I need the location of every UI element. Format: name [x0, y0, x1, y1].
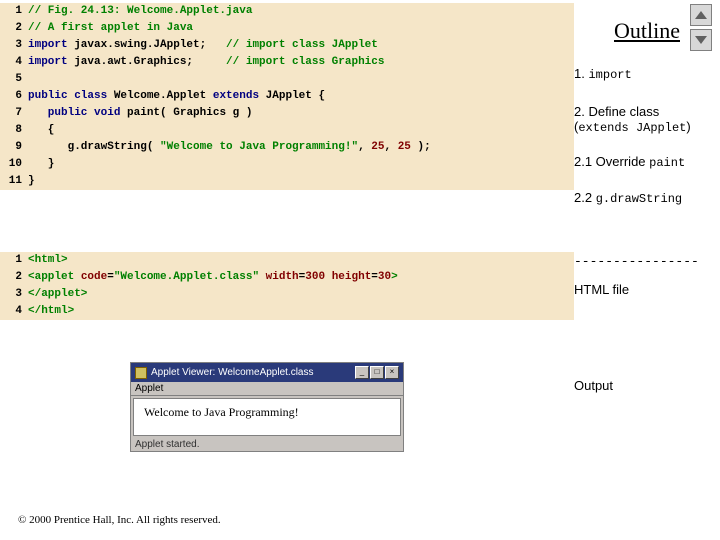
- code-line: 8 {: [0, 122, 574, 139]
- code-line: 1<html>: [0, 252, 574, 269]
- minimize-button[interactable]: _: [355, 366, 369, 379]
- line-number: 7: [0, 105, 22, 122]
- code-block-html: 1<html> 2<applet code="Welcome.Applet.cl…: [0, 252, 574, 320]
- code-line: 4</html>: [0, 303, 574, 320]
- applet-viewer-window: Applet Viewer: WelcomeApplet.class _ □ ×…: [130, 362, 404, 452]
- menu-applet[interactable]: Applet: [135, 383, 163, 394]
- nav-buttons: [690, 4, 712, 54]
- code-line: 3</applet>: [0, 286, 574, 303]
- note-html-file: HTML file: [574, 282, 714, 297]
- separator-dashes: ----------------: [574, 254, 714, 269]
- line-number: 2: [0, 20, 22, 37]
- code-line: 1 // Fig. 24.13: Welcome.Applet.java: [0, 3, 574, 20]
- menubar: Applet: [131, 382, 403, 396]
- code-line: 2 // A first applet in Java: [0, 20, 574, 37]
- slide: 1 // Fig. 24.13: Welcome.Applet.java 2 // …: [0, 0, 720, 540]
- code-block-java: 1 // Fig. 24.13: Welcome.Applet.java 2 // …: [0, 3, 574, 190]
- code-line: 10 }: [0, 156, 574, 173]
- code-line: 2<applet code="Welcome.Applet.class" wid…: [0, 269, 574, 286]
- triangle-down-icon: [695, 36, 707, 44]
- line-number: 10: [0, 156, 22, 173]
- line-number: 4: [0, 303, 22, 320]
- code-line: 3import javax.swing.JApplet; // import c…: [0, 37, 574, 54]
- window-icon: [135, 367, 147, 379]
- line-number: 4: [0, 54, 22, 71]
- code-line: 9 g.drawString( "Welcome to Java Program…: [0, 139, 574, 156]
- line-number: 8: [0, 122, 22, 139]
- line-number: 9: [0, 139, 22, 156]
- applet-status: Applet started.: [131, 438, 403, 451]
- note-define-class: 2. Define class(extends JApplet): [574, 104, 714, 135]
- triangle-up-icon: [695, 11, 707, 19]
- comment: // A first applet in Java: [28, 22, 193, 34]
- copyright: © 2000 Prentice Hall, Inc. All rights re…: [18, 514, 221, 526]
- applet-output-text: Welcome to Java Programming!: [144, 405, 299, 419]
- code-line: 5: [0, 71, 574, 88]
- line-number: 1: [0, 252, 22, 269]
- code-line: 11}: [0, 173, 574, 190]
- note-output: Output: [574, 378, 714, 393]
- line-number: 1: [0, 3, 22, 20]
- line-number: 11: [0, 173, 22, 190]
- note-drawstring: 2.2 g.drawString: [574, 190, 714, 206]
- nav-up-button[interactable]: [690, 4, 712, 26]
- titlebar: Applet Viewer: WelcomeApplet.class _ □ ×: [131, 363, 403, 382]
- note-import: 1. import: [574, 66, 714, 82]
- code-line: 6public class Welcome.Applet extends JAp…: [0, 88, 574, 105]
- applet-client-area: Welcome to Java Programming!: [133, 398, 401, 436]
- line-number: 3: [0, 37, 22, 54]
- window-title: Applet Viewer: WelcomeApplet.class: [151, 367, 314, 378]
- line-number: 2: [0, 269, 22, 286]
- comment: // Fig. 24.13: Welcome.Applet.java: [28, 5, 252, 17]
- outline-title: Outline: [614, 18, 680, 44]
- code-line: 4import java.awt.Graphics; // import cla…: [0, 54, 574, 71]
- line-number: 5: [0, 71, 22, 88]
- maximize-button[interactable]: □: [370, 366, 384, 379]
- nav-down-button[interactable]: [690, 29, 712, 51]
- line-number: 6: [0, 88, 22, 105]
- code-line: 7 public void paint( Graphics g ): [0, 105, 574, 122]
- note-override-paint: 2.1 Override paint: [574, 154, 714, 170]
- close-button[interactable]: ×: [385, 366, 399, 379]
- window-controls: _ □ ×: [355, 366, 399, 379]
- line-number: 3: [0, 286, 22, 303]
- titlebar-left: Applet Viewer: WelcomeApplet.class: [135, 367, 314, 379]
